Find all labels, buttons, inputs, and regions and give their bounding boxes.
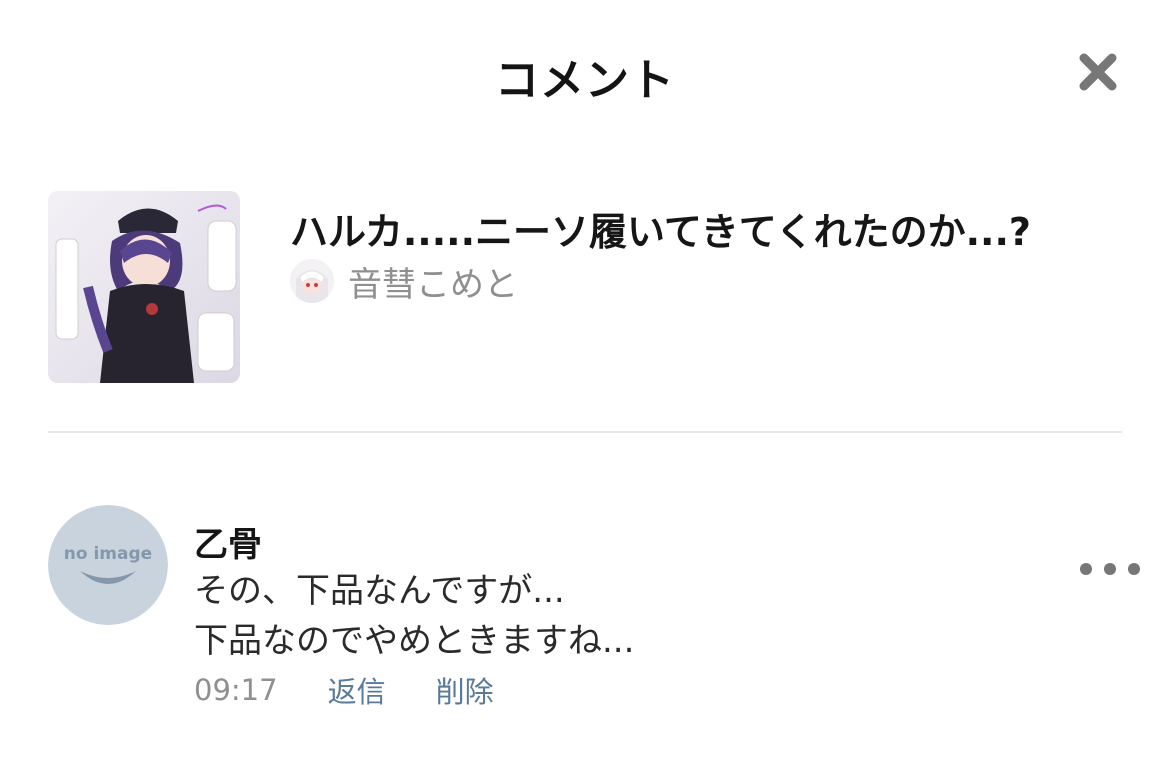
divider [48, 431, 1122, 433]
post-thumbnail-image [48, 191, 240, 383]
author-avatar [290, 259, 334, 303]
author-name: 音彗こめと [348, 264, 518, 305]
comment-text-line: その、下品なんですが... [194, 571, 565, 611]
post-author[interactable]: 音彗こめと [290, 257, 518, 305]
more-horizontal-icon [1104, 563, 1116, 575]
close-button[interactable] [1074, 48, 1122, 96]
avatar-placeholder-text: no image [64, 544, 152, 564]
comment-text-line: 下品なのでやめときますね... [194, 621, 635, 661]
more-horizontal-icon [1080, 563, 1092, 575]
reply-button[interactable]: 返信 [328, 669, 386, 711]
header: コメント [0, 0, 1170, 140]
more-options-button[interactable] [1080, 557, 1140, 581]
comment-item: no image 乙骨 その、下品なんですが... 下品なのでやめときますね..… [48, 505, 1140, 715]
close-icon [1079, 53, 1117, 91]
more-horizontal-icon [1128, 563, 1140, 575]
no-image-avatar-icon: no image [48, 505, 168, 625]
delete-button[interactable]: 削除 [436, 669, 494, 711]
post-thumbnail[interactable] [48, 191, 240, 383]
post-summary[interactable]: ハルカ.....ニーソ履いてきてくれたのか...? 音彗こめと [48, 191, 1122, 383]
page-title: コメント [495, 55, 675, 106]
comment-username[interactable]: 乙骨 [194, 517, 262, 566]
comment-avatar[interactable]: no image [48, 505, 168, 625]
post-title[interactable]: ハルカ.....ニーソ履いてきてくれたのか...? [290, 201, 1031, 256]
author-avatar-image [290, 259, 334, 303]
comment-time: 09:17 [194, 673, 278, 707]
comment-meta: 09:17 返信 削除 [194, 669, 544, 711]
